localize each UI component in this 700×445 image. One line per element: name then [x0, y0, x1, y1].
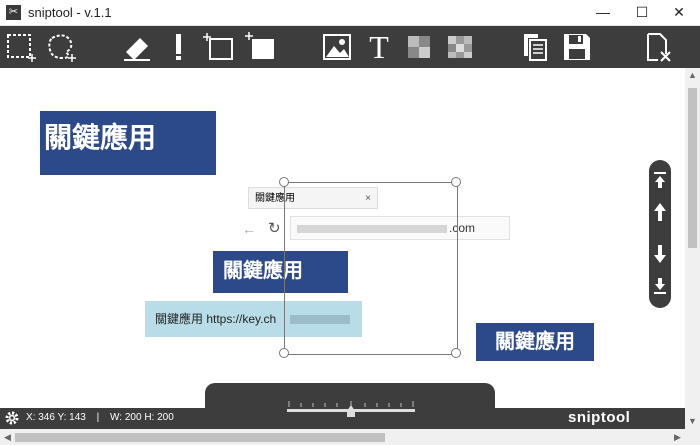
scroll-arrow-up-icon[interactable]: ▲: [685, 68, 700, 83]
url-tooltip-text: 關鍵應用 https://key.ch: [155, 312, 277, 326]
minimize-button[interactable]: —: [586, 0, 620, 25]
eraser-icon[interactable]: [120, 30, 154, 64]
scroll-arrow-left-icon[interactable]: ◀: [0, 429, 15, 445]
blur-large-icon[interactable]: [444, 30, 478, 64]
cursor-position: X: 346 Y: 143 | W: 200 H: 200: [26, 412, 174, 423]
selection-box[interactable]: [284, 182, 458, 355]
scroll-arrow-right-icon[interactable]: ▶: [670, 429, 685, 445]
editing-canvas[interactable]: 關鍵應用 關鍵應用 × ← ↻ .com 關鍵應用 關鍵應用 https://k…: [0, 68, 685, 408]
free-select-icon[interactable]: [44, 30, 78, 64]
zoom-slider-thumb: [347, 405, 355, 417]
save-icon[interactable]: [560, 30, 594, 64]
add-rect-outline-icon[interactable]: [202, 30, 236, 64]
marker-icon[interactable]: [162, 30, 196, 64]
scroll-down-icon[interactable]: [652, 242, 668, 266]
scroll-nav-panel: [649, 160, 671, 308]
image-icon[interactable]: [320, 30, 354, 64]
scroll-top-icon[interactable]: [652, 168, 668, 192]
scroll-bottom-icon[interactable]: [652, 274, 668, 298]
size-text: W: 200 H: 200: [110, 412, 174, 423]
scrollbar-corner: [685, 429, 700, 445]
resize-handle-top-left[interactable]: [279, 177, 289, 187]
horizontal-scrollbar[interactable]: ◀ ▶: [0, 429, 685, 445]
blur-small-icon[interactable]: [404, 30, 438, 64]
zoom-slider[interactable]: [287, 397, 415, 421]
horizontal-scroll-thumb[interactable]: [15, 433, 385, 442]
resize-handle-bottom-left[interactable]: [279, 348, 289, 358]
zoom-panel: [205, 383, 495, 429]
resize-handle-top-right[interactable]: [451, 177, 461, 187]
scroll-arrow-down-icon[interactable]: ▼: [685, 414, 700, 429]
gear-icon[interactable]: [4, 410, 20, 426]
status-separator: |: [96, 412, 100, 423]
window-title: sniptool - v.1.1: [28, 5, 112, 20]
text-icon[interactable]: T: [362, 30, 396, 64]
key-app-label-large[interactable]: 關鍵應用: [40, 111, 216, 175]
vertical-scrollbar[interactable]: ▲ ▼: [685, 68, 700, 429]
scroll-up-icon[interactable]: [652, 200, 668, 224]
title-bar: ✂ sniptool - v.1.1 — ☐ ✕: [0, 0, 700, 26]
vertical-scroll-thumb[interactable]: [688, 88, 697, 248]
back-icon: ←: [242, 221, 256, 237]
brand-logo: sniptool: [568, 409, 631, 426]
close-button[interactable]: ✕: [662, 0, 696, 25]
app-logo-icon: ✂: [6, 5, 21, 20]
copy-icon[interactable]: [518, 30, 552, 64]
resize-handle-bottom-right[interactable]: [451, 348, 461, 358]
close-doc-icon[interactable]: [640, 30, 674, 64]
coords-text: X: 346 Y: 143: [26, 412, 86, 423]
reload-icon: ↻: [268, 220, 281, 237]
toolbar: T: [0, 26, 700, 68]
rect-select-icon[interactable]: [4, 30, 38, 64]
add-rect-filled-icon[interactable]: [244, 30, 278, 64]
key-app-label-right[interactable]: 關鍵應用: [476, 323, 594, 361]
maximize-button[interactable]: ☐: [625, 0, 659, 25]
